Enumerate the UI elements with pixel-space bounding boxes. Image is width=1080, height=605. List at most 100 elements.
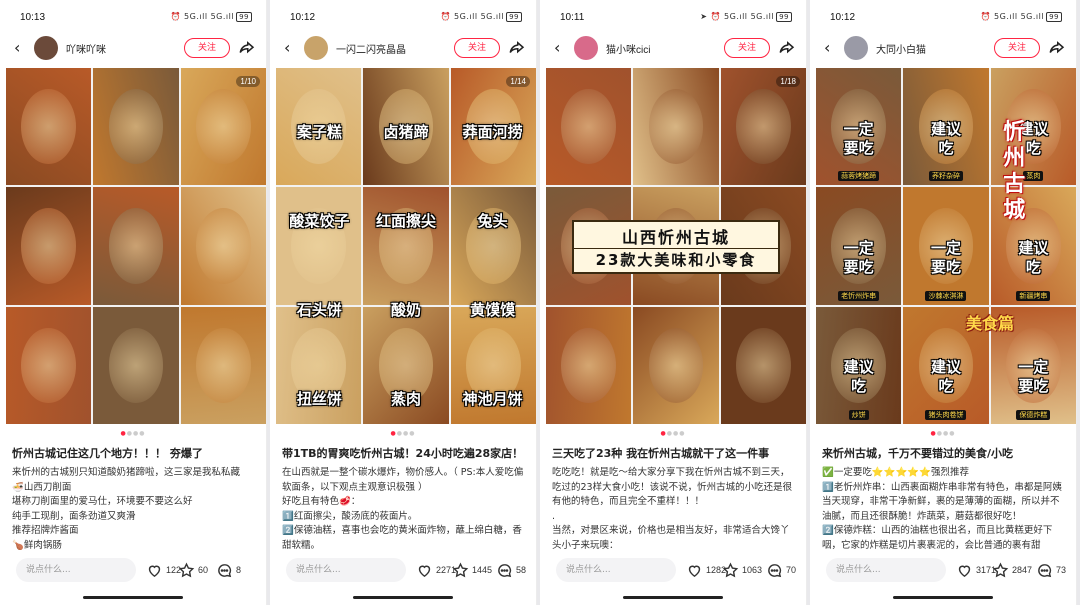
food-photo: [6, 68, 92, 186]
post-panel-1: 10:13 ⏰ 5G.ıll 5G.ıll 99 ‹ 吖咪吖咪 关注 1/10 ●…: [0, 0, 267, 605]
screenshot-collage: 10:13 ⏰ 5G.ıll 5G.ıll 99 ‹ 吖咪吖咪 关注 1/10 ●…: [0, 0, 1080, 605]
food-photo-grid: [6, 68, 266, 424]
collect-button[interactable]: 2847: [992, 560, 1032, 580]
post-body: ✅一定要吃⭐⭐⭐⭐⭐强烈推荐 1️⃣老忻州炸串：山西裹面糊炸串非常有特色，串都是…: [822, 467, 1062, 551]
avatar[interactable]: [304, 36, 328, 60]
dish-name: 猪头肉卷饼: [925, 410, 967, 420]
image-carousel[interactable]: 1/18 山西忻州古城 23款大美味和小零食: [546, 68, 806, 424]
post-header: ‹ 吖咪吖咪 关注: [0, 34, 266, 62]
username[interactable]: 猫小咪cici: [606, 41, 650, 56]
collect-button[interactable]: 1063: [722, 560, 762, 580]
avatar[interactable]: [34, 36, 58, 60]
banner-subtitle: 23款大美味和小零食: [574, 248, 778, 270]
post-title: 三天吃了23种 我在忻州古城就干了这一件事: [552, 447, 770, 460]
dish-name: 荞籽杂碎: [928, 171, 963, 182]
dish-name-tag: 新疆烤串: [991, 283, 1076, 302]
status-time: 10:12: [830, 12, 856, 23]
comment-button[interactable]: 8: [216, 560, 241, 580]
battery-icon: 99: [1046, 12, 1062, 22]
share-icon[interactable]: [1048, 39, 1066, 57]
food-photo: 一定 要吃 沙棘冰淇淋: [903, 187, 989, 305]
dish-name-tag: 保德炸糕: [991, 402, 1076, 421]
action-bar: 说点什么... 122 60 8: [0, 556, 266, 584]
dish-name-tag: 荞籽杂碎: [903, 163, 988, 182]
avatar[interactable]: [574, 36, 598, 60]
dish-name: 新疆烤串: [1016, 290, 1051, 301]
username[interactable]: 吖咪吖咪: [66, 41, 106, 56]
image-carousel[interactable]: 1/10: [6, 68, 266, 424]
share-icon[interactable]: [238, 39, 256, 57]
food-photo: [363, 187, 449, 305]
username[interactable]: 一闪二闪亮晶晶: [336, 41, 406, 56]
heart-icon: [956, 562, 973, 579]
like-button[interactable]: 2271: [416, 560, 456, 580]
comment-input[interactable]: 说点什么...: [286, 558, 406, 582]
comment-button[interactable]: 58: [496, 560, 526, 580]
dish-name-tag: 沙棘冰淇淋: [903, 283, 988, 302]
food-photo: [6, 306, 92, 424]
food-photo: [93, 187, 179, 305]
food-label: 莽面河捞: [462, 123, 523, 142]
like-button[interactable]: 1282: [686, 560, 726, 580]
food-shape: [108, 89, 164, 165]
signal-icons: ⏰ 5G.ıll 5G.ıll 99: [441, 12, 522, 22]
post-content: 忻州古城记住这几个地方！！！ 夯爆了 来忻州的古城别只知道酸奶猪蹄啦，这三家是我…: [12, 446, 256, 552]
dish-name-tag: 炒饼: [816, 402, 901, 421]
like-button[interactable]: 3171: [956, 560, 996, 580]
collect-button[interactable]: 60: [178, 560, 208, 580]
status-time: 10:11: [560, 12, 585, 23]
comment-input[interactable]: 说点什么...: [826, 558, 946, 582]
food-photo: 一定 要吃 老忻州炸串: [816, 187, 902, 305]
comment-button[interactable]: 70: [766, 560, 796, 580]
follow-button[interactable]: 关注: [454, 38, 500, 58]
back-icon[interactable]: ‹: [824, 38, 830, 57]
back-icon[interactable]: ‹: [554, 38, 560, 57]
comment-icon: [1036, 562, 1053, 579]
battery-icon: 99: [236, 12, 252, 22]
like-button[interactable]: 122: [146, 560, 181, 580]
follow-button[interactable]: 关注: [724, 38, 770, 58]
follow-button[interactable]: 关注: [184, 38, 230, 58]
share-icon[interactable]: [508, 39, 526, 57]
action-bar: 说点什么... 2271 1445 58: [270, 556, 536, 584]
food-shape: [108, 208, 164, 284]
comment-input[interactable]: 说点什么...: [16, 558, 136, 582]
username[interactable]: 大同小白猫: [876, 41, 926, 56]
food-label: 石头饼: [296, 301, 342, 320]
page-counter: 1/18: [776, 76, 800, 87]
rating-stamp: 建议 吃: [930, 119, 961, 157]
food-photo: [93, 68, 179, 186]
food-shape: [648, 89, 704, 165]
food-photo: [276, 187, 362, 305]
follow-button[interactable]: 关注: [994, 38, 1040, 58]
food-shape: [21, 89, 76, 165]
share-icon[interactable]: [778, 39, 796, 57]
food-shape: [561, 327, 616, 403]
comment-button[interactable]: 73: [1036, 560, 1066, 580]
rating-stamp: 建议 吃: [930, 358, 961, 396]
image-carousel[interactable]: 一定 要吃 蒜蓉烤猪蹄 建议 吃荞籽杂碎 建议 吃蒸肉 一定 要吃 老忻州炸串 一定 要吃沙…: [816, 68, 1076, 424]
collect-button[interactable]: 1445: [452, 560, 492, 580]
back-icon[interactable]: ‹: [284, 38, 290, 57]
post-content: 来忻州古城，千万不要错过的美食/小吃 ✅一定要吃⭐⭐⭐⭐⭐强烈推荐 1️⃣老忻州…: [822, 446, 1066, 552]
star-icon: [178, 561, 195, 579]
star-icon: [452, 561, 469, 579]
post-header: ‹ 猫小咪cici 关注: [540, 34, 806, 62]
avatar[interactable]: [844, 36, 868, 60]
home-indicator: [353, 596, 453, 599]
rating-stamp: 一定 要吃: [843, 119, 874, 157]
food-label: 扭丝饼: [296, 390, 342, 409]
comment-input[interactable]: 说点什么...: [556, 558, 676, 582]
status-time: 10:12: [290, 12, 316, 23]
post-content: 带1TB的胃爽吃忻州古城！24小时吃遍28家店！ 在山西就是一整个碳水爆炸，物价…: [282, 446, 526, 552]
post-body: 吃吃吃！就是吃～给大家分享下我在忻州古城不到三天，吃过的23样大食小吃！该说不说…: [552, 467, 793, 551]
status-time: 10:13: [20, 12, 46, 23]
food-shape: [196, 89, 251, 165]
food-shape: [561, 89, 616, 165]
home-indicator: [623, 596, 723, 599]
comment-count: 70: [786, 565, 797, 575]
image-carousel[interactable]: 1/14 案子糕 卤猪蹄 莽面河捞 酸菜饺子 红面擦尖 兔头 石头饼 酸奶 黄馍馍 扭丝饼 蒸肉 神池月…: [276, 68, 536, 424]
heart-icon: [146, 562, 163, 579]
back-icon[interactable]: ‹: [14, 38, 20, 57]
carousel-dots: ●●●●: [930, 430, 956, 437]
